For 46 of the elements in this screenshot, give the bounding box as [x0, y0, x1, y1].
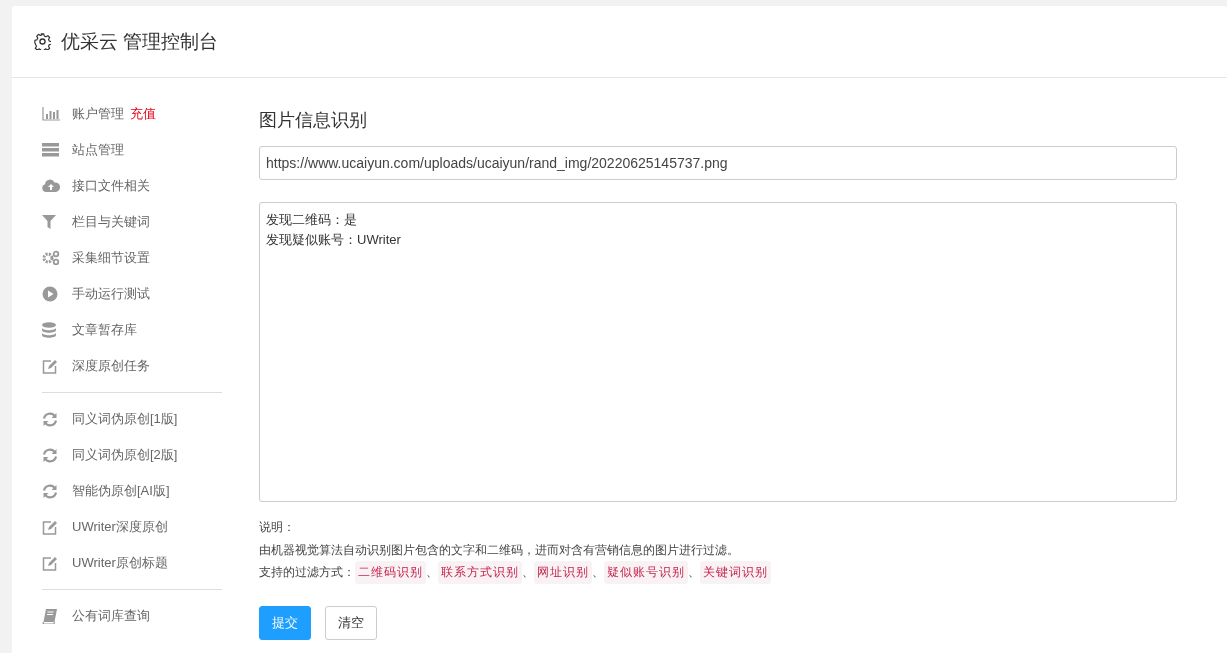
- sidebar-link[interactable]: 智能伪原创[AI版]: [72, 482, 170, 500]
- filters-label: 支持的过滤方式：: [259, 564, 355, 581]
- sidebar-link[interactable]: UWriter原创标题: [72, 554, 168, 572]
- play-icon: [42, 286, 58, 302]
- notes-description: 由机器视觉算法自动识别图片包含的文字和二维码，进而对含有营销信息的图片进行过滤。: [259, 541, 740, 559]
- refresh-icon: [42, 447, 58, 463]
- separator: 、: [688, 564, 700, 581]
- sidebar-link[interactable]: 手动运行测试: [72, 285, 150, 303]
- image-url-field[interactable]: https://www.ucaiyun.com/uploads/ucaiyun/rand_img/20220625145737.png: [259, 146, 1177, 180]
- sidebar-link[interactable]: 栏目与关键词: [72, 213, 150, 231]
- refresh-icon: [42, 483, 58, 499]
- sidebar-link[interactable]: 文章暂存库: [72, 321, 137, 339]
- edit-icon: [42, 358, 58, 374]
- clear-button[interactable]: 清空: [325, 605, 377, 640]
- filter-tag: 网址识别: [534, 561, 592, 584]
- edit-icon: [42, 555, 58, 571]
- result-field[interactable]: 发现二维码：是 发现疑似账号：UWriter: [259, 202, 1177, 502]
- filter-tag: 疑似账号识别: [604, 561, 688, 584]
- sidebar-link[interactable]: 同义词伪原创[2版]: [72, 446, 178, 464]
- filter-tag: 二维码识别: [355, 561, 426, 584]
- filter-icon: [42, 215, 56, 229]
- edit-icon: [42, 519, 58, 535]
- sidebar-link[interactable]: 公有词库查询: [72, 607, 150, 625]
- database-icon: [42, 322, 56, 338]
- server-icon: [42, 143, 59, 157]
- sidebar-link[interactable]: 接口文件相关: [72, 177, 150, 195]
- separator: 、: [426, 564, 438, 581]
- sidebar-link[interactable]: 同义词伪原创[1版]: [72, 410, 178, 428]
- notes-heading: 说明：: [259, 519, 296, 536]
- console-title: 优采云 管理控制台: [61, 29, 219, 54]
- cloud-upload-icon: [42, 179, 60, 193]
- refresh-icon: [42, 411, 58, 427]
- sidebar-link[interactable]: 深度原创任务: [72, 357, 150, 375]
- bar-chart-icon: [42, 107, 60, 121]
- sidebar-link[interactable]: 站点管理: [72, 141, 124, 159]
- sidebar-link[interactable]: UWriter深度原创: [72, 518, 168, 536]
- page-title: 图片信息识别: [259, 109, 368, 132]
- recharge-link[interactable]: 充值: [130, 105, 156, 123]
- separator: 、: [592, 564, 604, 581]
- separator: 、: [522, 564, 534, 581]
- filter-tag: 关键词识别: [700, 561, 771, 584]
- filter-tag: 联系方式识别: [438, 561, 522, 584]
- book-icon: [42, 608, 57, 624]
- sidebar-link[interactable]: 账户管理: [72, 105, 124, 123]
- settings-icon: [34, 33, 51, 50]
- sidebar-link[interactable]: 采集细节设置: [72, 249, 150, 267]
